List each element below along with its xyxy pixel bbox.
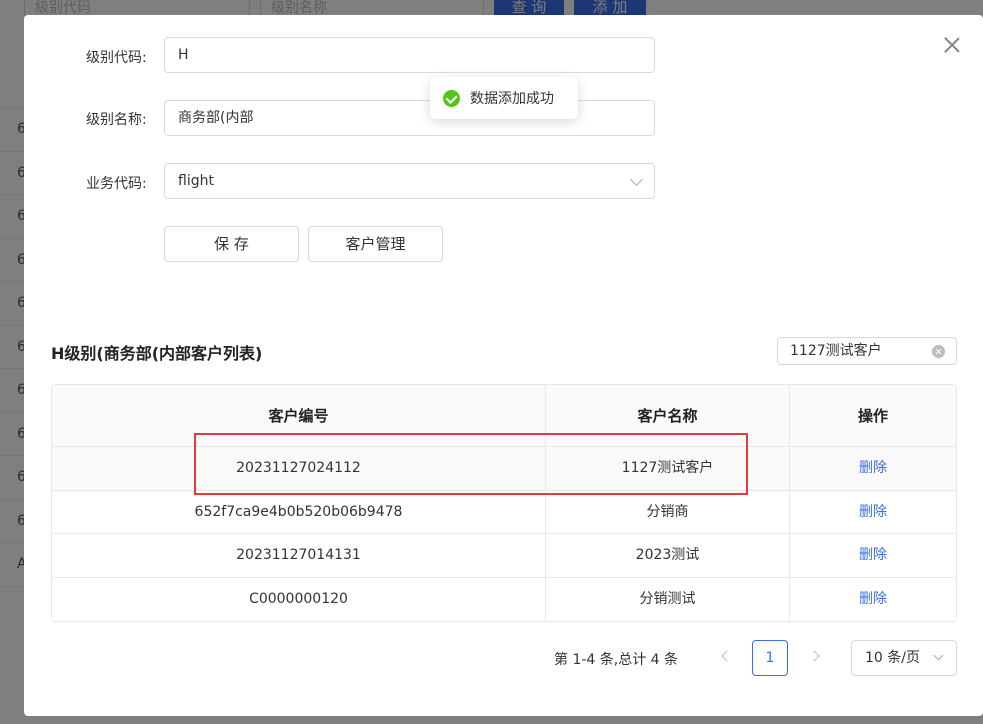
chevron-right-icon[interactable] bbox=[808, 650, 820, 662]
delete-link[interactable]: 删除 bbox=[859, 547, 887, 563]
delete-link[interactable]: 删除 bbox=[859, 591, 887, 607]
business-code-value: flight bbox=[178, 173, 214, 189]
customer-management-button[interactable]: 客户管理 bbox=[308, 226, 443, 262]
table-row: C0000000120 分销测试 删除 bbox=[52, 577, 956, 622]
delete-link[interactable]: 删除 bbox=[859, 460, 887, 476]
business-code-select[interactable]: flight bbox=[164, 163, 655, 199]
customer-search-value: 1127测试客户 bbox=[790, 343, 882, 359]
clear-icon[interactable] bbox=[932, 345, 945, 358]
table-row: 652f7ca9e4b0b520b06b9478 分销商 删除 bbox=[52, 490, 956, 535]
save-button[interactable]: 保 存 bbox=[164, 226, 299, 262]
check-circle-icon bbox=[443, 89, 460, 107]
chevron-left-icon[interactable] bbox=[721, 650, 733, 662]
page-size-select[interactable]: 10 条/页 bbox=[851, 640, 957, 676]
customer-id-cell: C0000000120 bbox=[52, 577, 546, 622]
toast-message: 数据添加成功 bbox=[470, 91, 554, 107]
customer-search-input[interactable]: 1127测试客户 bbox=[777, 337, 957, 365]
level-name-input[interactable]: 商务部(内部 bbox=[164, 100, 655, 136]
customer-name-cell: 2023测试 bbox=[546, 534, 790, 577]
highlight-box bbox=[194, 433, 748, 495]
level-name-label: 级别名称: bbox=[86, 112, 147, 128]
column-header-action: 操作 bbox=[857, 407, 888, 425]
delete-link[interactable]: 删除 bbox=[859, 504, 887, 520]
page-number-button[interactable]: 1 bbox=[752, 640, 788, 676]
table-row: 20231127014131 2023测试 删除 bbox=[52, 534, 956, 578]
level-edit-modal: 级别代码: H 级别名称: 商务部(内部 业务代码: flight 保 存 客户… bbox=[24, 15, 983, 716]
customer-name-cell: 分销测试 bbox=[546, 577, 790, 622]
customer-id-cell: 20231127014131 bbox=[52, 534, 546, 577]
customer-id-cell: 652f7ca9e4b0b520b06b9478 bbox=[52, 490, 546, 534]
level-code-input[interactable]: H bbox=[164, 37, 655, 73]
success-toast: 数据添加成功 bbox=[430, 77, 578, 119]
level-code-label: 级别代码: bbox=[86, 50, 147, 66]
business-code-label: 业务代码: bbox=[86, 176, 147, 192]
customer-table: 客户编号 客户名称 操作 20231127024112 1127测试客户 删除 … bbox=[51, 384, 957, 623]
customer-name-cell: 分销商 bbox=[546, 490, 790, 534]
close-icon[interactable] bbox=[943, 36, 961, 54]
page-size-value: 10 条/页 bbox=[865, 650, 920, 666]
chevron-down-icon bbox=[630, 173, 643, 186]
pagination-total: 第 1-4 条,总计 4 条 bbox=[554, 652, 679, 668]
chevron-down-icon bbox=[933, 650, 944, 661]
customer-list-title: H级别(商务部(内部客户列表) bbox=[51, 344, 263, 363]
